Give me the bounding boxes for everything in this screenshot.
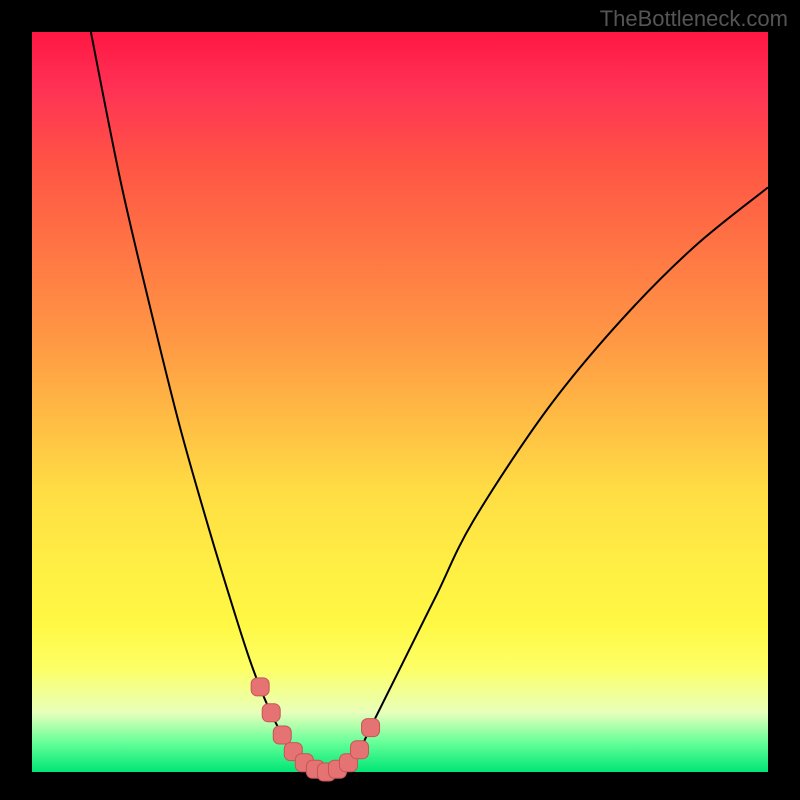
curve-marker (251, 678, 269, 696)
watermark-text: TheBottleneck.com (600, 6, 788, 32)
bottleneck-curve (91, 32, 768, 772)
curve-marker (262, 704, 280, 722)
marker-group (251, 678, 379, 781)
curve-marker (351, 741, 369, 759)
curve-marker (273, 726, 291, 744)
curve-marker (362, 719, 380, 737)
bottleneck-curve-svg (32, 32, 768, 772)
chart-plot-area (32, 32, 768, 772)
